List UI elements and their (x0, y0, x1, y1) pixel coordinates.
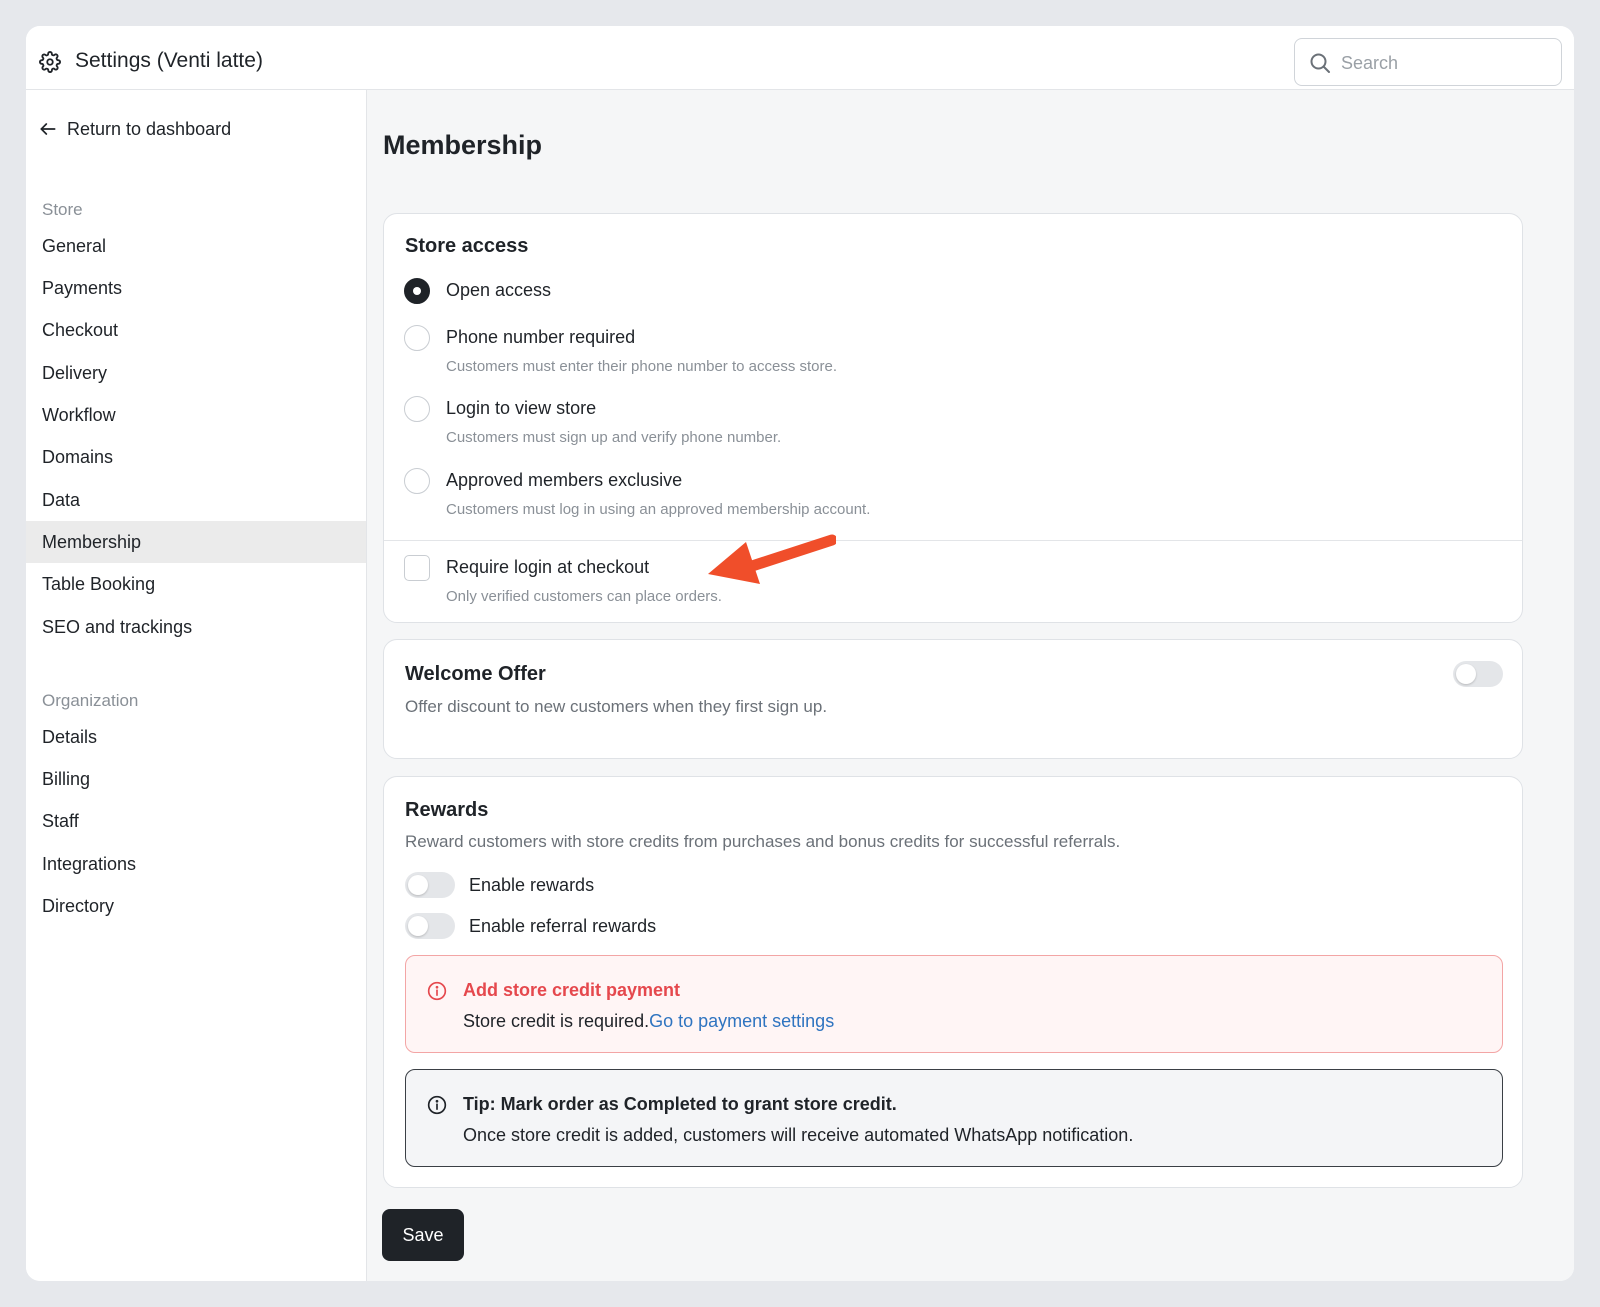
welcome-offer-card: Welcome Offer Offer discount to new cust… (383, 639, 1523, 759)
sidebar-item-general[interactable]: General (26, 225, 366, 267)
info-icon (427, 1095, 447, 1115)
return-to-dashboard-label: Return to dashboard (67, 118, 232, 139)
approved-members-exclusive-label: Approved members exclusive (446, 470, 683, 490)
return-to-dashboard-link[interactable]: Return to dashboard (38, 116, 231, 142)
gear-icon (39, 51, 61, 73)
store-access-card: Store access Open access Phone number re… (383, 213, 1523, 623)
rewards-description: Reward customers with store credits from… (405, 832, 1121, 851)
login-to-view-store-hint: Customers must sign up and verify phone … (446, 429, 782, 446)
welcome-offer-title: Welcome Offer (405, 663, 546, 685)
approved-members-exclusive-hint: Customers must log in using an approved … (446, 501, 871, 518)
require-login-at-checkout-checkbox[interactable] (404, 555, 430, 581)
open-access-radio[interactable] (404, 278, 430, 304)
require-login-at-checkout-label: Require login at checkout (446, 557, 650, 577)
sidebar-item-directory[interactable]: Directory (26, 885, 366, 927)
enable-referral-rewards-toggle[interactable] (405, 913, 455, 939)
rewards-card: Rewards Reward customers with store cred… (383, 776, 1523, 1188)
window-title: Settings (Venti latte) (75, 49, 263, 72)
store-credit-tip-alert: Tip: Mark order as Completed to grant st… (405, 1069, 1503, 1167)
sidebar-item-checkout[interactable]: Checkout (26, 309, 366, 351)
go-to-payment-settings-link[interactable]: Go to payment settings (649, 1011, 834, 1031)
sidebar-item-table-booking[interactable]: Table Booking (26, 563, 366, 605)
organization-section-label: Organization (42, 691, 139, 710)
tip-alert-title: Tip: Mark order as Completed to grant st… (463, 1094, 897, 1114)
sidebar-item-workflow[interactable]: Workflow (26, 394, 366, 436)
error-alert-body: Store credit is required.Go to payment s… (463, 1011, 834, 1032)
search-icon (1310, 53, 1330, 73)
sidebar-item-seo-and-trackings[interactable]: SEO and trackings (26, 606, 366, 648)
sidebar-item-integrations[interactable]: Integrations (26, 843, 366, 885)
top-bar: Settings (Venti latte) (26, 26, 1574, 90)
card-divider (384, 540, 1522, 541)
sidebar-item-delivery[interactable]: Delivery (26, 352, 366, 394)
sidebar-item-payments[interactable]: Payments (26, 267, 366, 309)
settings-window: Settings (Venti latte) Return to dashboa… (26, 26, 1574, 1281)
approved-members-exclusive-radio[interactable] (404, 468, 430, 494)
welcome-offer-toggle[interactable] (1453, 661, 1503, 687)
welcome-offer-description: Offer discount to new customers when the… (405, 697, 828, 716)
sidebar-item-domains[interactable]: Domains (26, 436, 366, 478)
phone-number-required-radio[interactable] (404, 325, 430, 351)
page-title: Membership (383, 130, 543, 160)
login-to-view-store-label: Login to view store (446, 398, 597, 418)
tip-alert-body: Once store credit is added, customers wi… (463, 1125, 1134, 1145)
sidebar: Return to dashboard Store General Paymen… (26, 90, 367, 1281)
search-input[interactable] (1341, 49, 1551, 77)
enable-rewards-toggle[interactable] (405, 872, 455, 898)
open-access-label: Open access (446, 280, 552, 300)
error-alert-text: Store credit is required. (463, 1011, 650, 1031)
enable-rewards-label: Enable rewards (469, 875, 595, 895)
sidebar-item-staff[interactable]: Staff (26, 800, 366, 842)
sidebar-item-membership[interactable]: Membership (26, 521, 366, 563)
search-box[interactable] (1294, 38, 1562, 86)
error-alert-title: Add store credit payment (463, 980, 681, 1000)
sidebar-item-billing[interactable]: Billing (26, 758, 366, 800)
rewards-title: Rewards (405, 799, 489, 821)
store-section-label: Store (42, 200, 83, 219)
sidebar-item-data[interactable]: Data (26, 479, 366, 521)
enable-referral-rewards-label: Enable referral rewards (469, 916, 657, 936)
sidebar-item-details[interactable]: Details (26, 716, 366, 758)
arrow-left-icon (40, 123, 56, 135)
store-credit-error-alert: Add store credit payment Store credit is… (405, 955, 1503, 1053)
main-content: Membership Store access Open access Phon… (367, 90, 1574, 1281)
save-button[interactable]: Save (382, 1209, 464, 1261)
store-access-title: Store access (405, 235, 529, 257)
login-to-view-store-radio[interactable] (404, 396, 430, 422)
phone-number-required-label: Phone number required (446, 327, 636, 347)
info-icon (427, 981, 447, 1001)
phone-number-required-hint: Customers must enter their phone number … (446, 358, 838, 375)
annotation-arrow-icon (708, 534, 836, 584)
require-login-at-checkout-hint: Only verified customers can place orders… (446, 588, 722, 605)
